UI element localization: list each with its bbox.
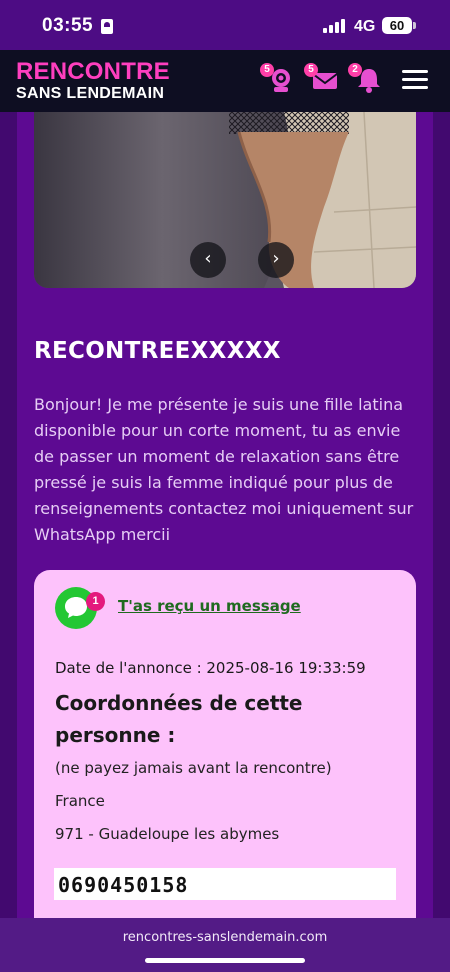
signal-icon — [323, 19, 347, 33]
status-time: 03:55 — [42, 15, 94, 36]
contact-heading: Coordonnées de cette personne : — [55, 691, 303, 747]
carousel-next-button[interactable]: › — [258, 242, 294, 278]
mail-badge: 5 — [304, 63, 318, 77]
id-card-icon — [101, 19, 113, 34]
ad-description: Bonjour! Je me présente je suis une fill… — [34, 395, 414, 544]
site-header: RENCONTRE SANS LENDEMAIN 5 5 2 — [0, 50, 450, 112]
payment-warning: (ne payez jamais avant la rencontre) — [55, 759, 332, 777]
carousel-prev-button[interactable]: ‹ — [190, 242, 226, 278]
hamburger-icon[interactable] — [402, 70, 428, 90]
brand-logo-line1[interactable]: RENCONTRE — [16, 58, 170, 86]
url-text[interactable]: rencontres-sanslendemain.com — [0, 930, 450, 945]
contact-card: 1 T'as reçu un message Date de l'annonce… — [34, 570, 416, 930]
mail-icon[interactable]: 5 — [304, 63, 340, 94]
status-bar: 03:55 4G 60 — [0, 0, 450, 50]
webcam-badge: 5 — [260, 63, 274, 77]
message-badge: 1 — [86, 592, 105, 611]
ad-title: RECONTREEXXXXX — [34, 338, 281, 364]
home-indicator — [145, 958, 305, 963]
browser-address-bar[interactable]: rencontres-sanslendemain.com — [0, 918, 450, 972]
ad-photo[interactable]: ‹ › — [34, 112, 416, 288]
network-label: 4G — [354, 18, 376, 35]
ad-content: ‹ › RECONTREEXXXXX Bonjour! Je me présen… — [17, 112, 433, 930]
battery-icon: 60 — [382, 17, 412, 34]
received-message-link[interactable]: T'as reçu un message — [118, 597, 301, 615]
bell-badge: 2 — [348, 63, 362, 77]
bell-icon[interactable]: 2 — [348, 63, 384, 94]
battery-tip — [413, 22, 416, 29]
ad-date: Date de l'annonce : 2025-08-16 19:33:59 — [55, 659, 366, 677]
phone-number-box[interactable]: 0690450158 — [54, 868, 396, 900]
webcam-icon[interactable]: 5 — [260, 63, 296, 94]
country-text: France — [55, 792, 105, 810]
location-text: 971 - Guadeloupe les abymes — [55, 825, 280, 843]
brand-logo-line2[interactable]: SANS LENDEMAIN — [16, 85, 164, 103]
phone-number: 0690450158 — [58, 873, 189, 897]
